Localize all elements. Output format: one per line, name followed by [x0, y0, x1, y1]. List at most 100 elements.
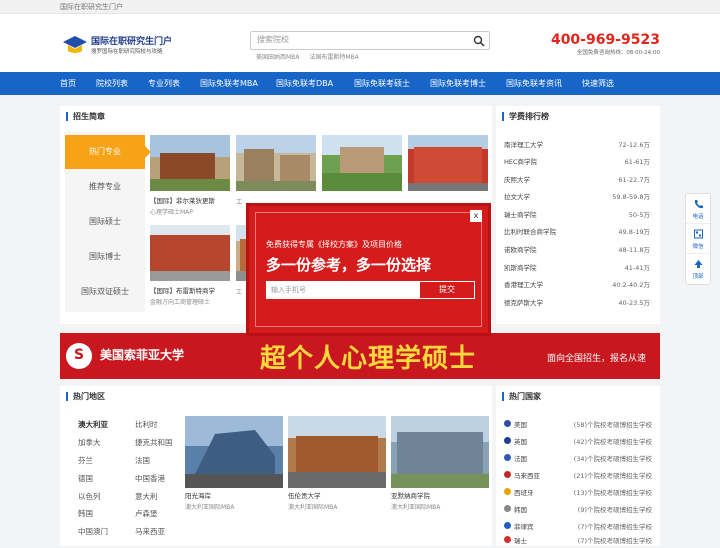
ranking-row[interactable]: 南洋理工大学 72-12.6万	[504, 135, 650, 152]
region-link[interactable]: 韩国	[78, 508, 93, 519]
school-count: (7)个院校考硕博招生学校	[577, 523, 652, 531]
card-subtitle: 心理学硕士MAP	[150, 209, 193, 216]
tuition-range: 61-61万	[624, 158, 650, 166]
popup-headline: 多一份参考，多一份选择	[266, 256, 432, 274]
phone-number-input[interactable]	[266, 281, 419, 299]
card-subtitle: 澳大利亚国际MBA	[288, 504, 338, 511]
school-name: 拉文大学	[504, 193, 530, 201]
tuition-range: 72-12.6万	[618, 141, 650, 149]
regions-title: 热门地区	[66, 392, 105, 401]
ranking-row[interactable]: 庆熙大学 61-22.7万	[504, 170, 650, 187]
ranking-row[interactable]: 比利时联合商学院 49.8-19万	[504, 222, 650, 239]
site-logo[interactable]: 国际在职研究生门户 搜罗国际在职研究院校与攻略	[60, 32, 220, 58]
tuition-range: 61-22.7万	[618, 176, 650, 184]
graduation-cap-icon	[63, 36, 87, 53]
country-name: 马来西亚	[514, 472, 540, 480]
school-card[interactable]: 阳光海岸 澳大利亚国际MBA	[185, 416, 283, 511]
close-icon[interactable]: x	[470, 210, 482, 222]
nav-item-doctor[interactable]: 国际免联考博士	[430, 72, 486, 95]
ranking-row[interactable]: HEC商学院 61-61万	[504, 152, 650, 169]
school-card[interactable]: 亚默纳商学院 澳大利亚国际MBA	[391, 416, 489, 511]
top-bar: 国际在职研究生门户	[0, 0, 720, 14]
region-link[interactable]: 马来西亚	[135, 526, 165, 537]
school-card[interactable]: 伍伦贡大学 澳大利亚国际MBA	[288, 416, 386, 511]
program-card[interactable]: 【国际】菲尔莱狄更斯 心理学硕士MAP	[150, 135, 230, 216]
search-icon[interactable]	[473, 35, 485, 47]
tuition-range: 48-11.8万	[618, 246, 650, 254]
ranking-row[interactable]: 拉文大学 59.8-59.8万	[504, 187, 650, 204]
banner-tagline: 面向全国招生，报名从速	[546, 354, 646, 364]
phone-tool-button[interactable]: 电话	[686, 194, 710, 224]
nav-item-majors[interactable]: 专业列表	[148, 72, 180, 95]
ranking-row[interactable]: 香港理工大学 40.2-40.2万	[504, 275, 650, 292]
region-link[interactable]: 捷克共和国	[135, 437, 173, 448]
region-link[interactable]: 意大利	[135, 491, 158, 502]
region-link[interactable]: 中国澳门	[78, 526, 108, 537]
school-name: 凯斯商学院	[504, 264, 537, 272]
tab-intl-doctor[interactable]: 国际博士	[65, 240, 145, 274]
card-title: 亚默纳商学院	[391, 492, 430, 500]
tab-recommended[interactable]: 推荐专业	[65, 170, 145, 204]
lead-capture-popup: x 免费获得专属《择校方案》及项目价格 多一份参考，多一份选择 提交	[246, 203, 491, 336]
banner-university: 美国索菲亚大学	[100, 348, 185, 362]
countries-title: 热门国家	[502, 392, 541, 401]
campus-photo	[150, 225, 230, 281]
campus-photo	[150, 135, 230, 191]
campus-photo	[408, 135, 488, 191]
region-link[interactable]: 中国香港	[135, 473, 165, 484]
flag-icon	[504, 454, 511, 461]
country-row[interactable]: 法国 (34)个院校考硕博招生学校	[504, 449, 652, 466]
ranking-row[interactable]: 德克萨斯大学 40-23.5万	[504, 293, 650, 310]
program-card[interactable]: 工	[236, 135, 316, 206]
back-to-top-button[interactable]: 顶部	[686, 254, 710, 284]
tab-intl-master[interactable]: 国际硕士	[65, 205, 145, 239]
nav-item-master[interactable]: 国际免联考硕士	[354, 72, 410, 95]
region-link[interactable]: 以色列	[78, 491, 101, 502]
wechat-tool-button[interactable]: 微信	[686, 224, 710, 254]
school-name: 瑞士商学院	[504, 211, 537, 219]
search-input[interactable]	[257, 35, 457, 44]
submit-button[interactable]: 提交	[419, 281, 475, 299]
nav-item-home[interactable]: 首页	[60, 72, 76, 95]
ranking-title: 学费排行榜	[502, 112, 549, 121]
flag-icon	[504, 437, 511, 444]
region-link[interactable]: 加拿大	[78, 437, 101, 448]
country-row[interactable]: 美国 (58)个院校考硕博招生学校	[504, 415, 652, 432]
country-name: 美国	[514, 421, 527, 429]
ranking-row[interactable]: 瑞士商学院 50-5万	[504, 205, 650, 222]
nav-item-dba[interactable]: 国际免联考DBA	[276, 72, 333, 95]
region-link[interactable]: 比利时	[135, 419, 158, 430]
school-count: (13)个院校考硕博招生学校	[573, 489, 652, 497]
region-link[interactable]: 法国	[135, 455, 150, 466]
nav-item-mba[interactable]: 国际免联考MBA	[200, 72, 258, 95]
nav-item-filter[interactable]: 快速筛选	[582, 72, 614, 95]
ranking-row[interactable]: 凯斯商学院 41-41万	[504, 258, 650, 275]
tuition-ranking-panel: 学费排行榜 南洋理工大学 72-12.6万 HEC商学院 61-61万 庆熙大学 61…	[496, 106, 660, 324]
ranking-row[interactable]: 诺欧商学院 48-11.8万	[504, 240, 650, 257]
country-row[interactable]: 西班牙 (13)个院校考硕博招生学校	[504, 483, 652, 500]
country-row[interactable]: 英国 (42)个院校考硕博招生学校	[504, 432, 652, 449]
admissions-title: 招生简章	[66, 112, 105, 121]
region-link[interactable]: 卢森堡	[135, 508, 158, 519]
program-card[interactable]	[322, 135, 402, 197]
promo-banner[interactable]: S 美国索菲亚大学 超个人心理学硕士 面向全国招生，报名从速	[60, 333, 660, 379]
hot-regions-panel: 热门地区 澳大利亚 比利时 加拿大 捷克共和国 芬兰 法国 德国 中国香港 以色…	[60, 386, 492, 546]
hot-keyword-link[interactable]: 美国田纳西MBA	[256, 54, 299, 61]
country-row[interactable]: 马来西亚 (21)个院校考硕博招生学校	[504, 466, 652, 483]
card-title: 【国际】菲尔莱狄更斯	[150, 197, 215, 205]
nav-item-news[interactable]: 国际免联考资讯	[506, 72, 562, 95]
program-card[interactable]: 【国际】布雷斯特商学 金融方向工商管理硕士	[150, 225, 230, 306]
program-card[interactable]	[408, 135, 488, 197]
school-name: 香港理工大学	[504, 281, 543, 289]
hot-keyword-link[interactable]: 法国布雷斯特MBA	[309, 54, 358, 61]
tab-dual-master[interactable]: 国际双证硕士	[65, 275, 145, 309]
header: 国际在职研究生门户 搜罗国际在职研究院校与攻略 美国田纳西MBA 法国布雷斯特M…	[0, 14, 720, 72]
region-link[interactable]: 芬兰	[78, 455, 93, 466]
region-link[interactable]: 德国	[78, 473, 93, 484]
nav-item-schools[interactable]: 院校列表	[96, 72, 128, 95]
flag-icon	[504, 488, 511, 495]
tab-hot-majors[interactable]: 热门专业	[65, 135, 151, 169]
region-link[interactable]: 澳大利亚	[78, 419, 108, 430]
country-row[interactable]: 韩国 (9)个院校考硕博招生学校	[504, 500, 652, 517]
phone-icon	[695, 200, 703, 209]
